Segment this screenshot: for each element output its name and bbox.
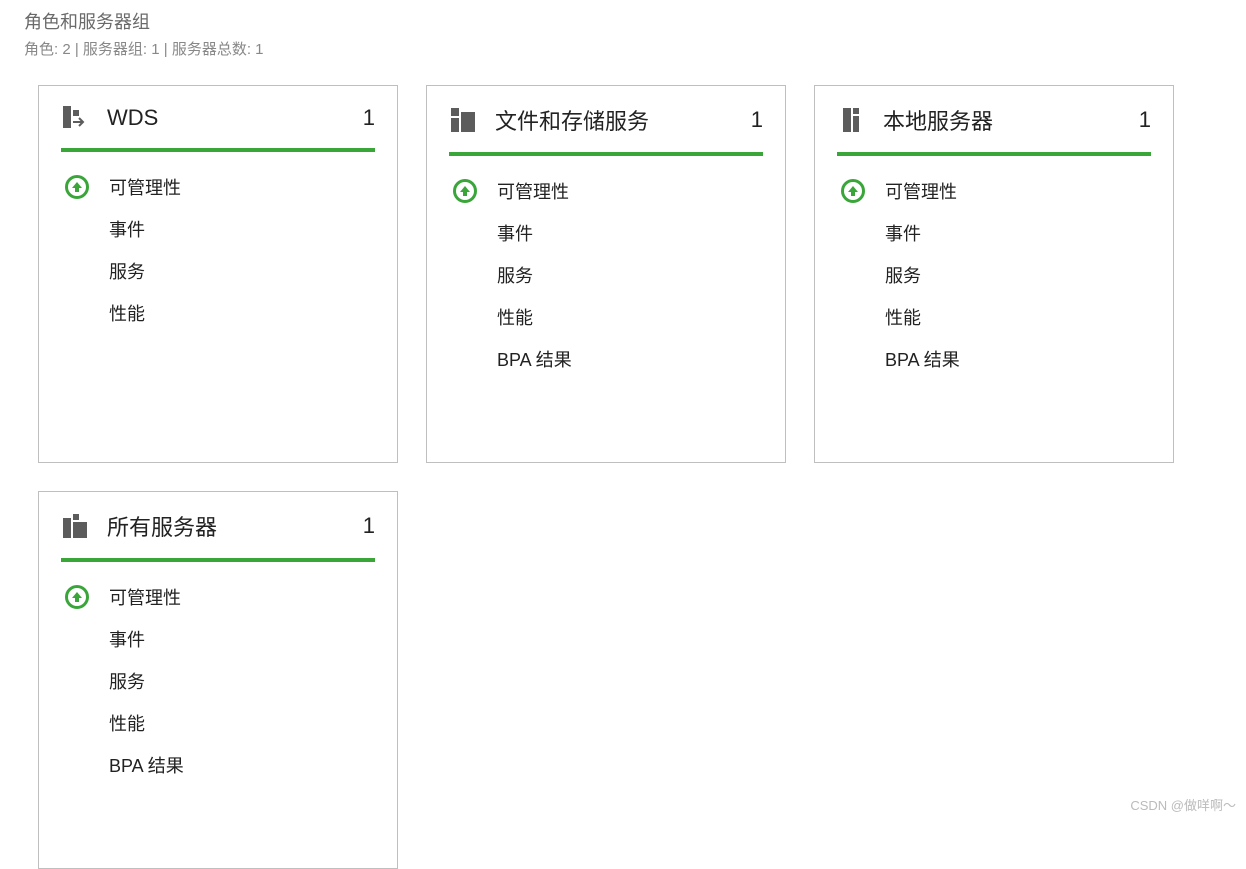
tile-divider [837,152,1151,156]
row-label: 事件 [109,626,145,652]
row-label: 服务 [109,668,145,694]
row-label: 性能 [109,300,145,326]
row-label: BPA 结果 [109,752,184,778]
watermark: CSDN @做咩啊～ [1130,795,1236,814]
row-services[interactable]: 服务 [449,254,763,296]
row-manageability[interactable]: 可管理性 [61,166,375,208]
row-label: 可管理性 [109,584,181,610]
row-performance[interactable]: 性能 [61,702,375,744]
row-events[interactable]: 事件 [61,618,375,660]
row-bpa[interactable]: BPA 结果 [837,338,1151,380]
row-performance[interactable]: 性能 [61,292,375,334]
row-label: 性能 [885,304,921,330]
tile-divider [449,152,763,156]
tile-count: 1 [363,105,375,131]
row-performance[interactable]: 性能 [449,296,763,338]
row-label: 服务 [885,262,921,288]
row-services[interactable]: 服务 [61,660,375,702]
tile-divider [61,558,375,562]
tile-head: 所有服务器 1 [61,510,375,558]
row-events[interactable]: 事件 [61,208,375,250]
row-performance[interactable]: 性能 [837,296,1151,338]
tile-divider [61,148,375,152]
status-up-icon [841,179,865,203]
row-manageability[interactable]: 可管理性 [449,170,763,212]
tile-title: 文件和存储服务 [495,104,733,136]
all-servers-icon [61,512,89,540]
row-label: 服务 [109,258,145,284]
tile-local-server[interactable]: 本地服务器 1 可管理性 事件 服务 性能 BPA 结果 [814,85,1174,463]
tile-head: 文件和存储服务 1 [449,104,763,152]
tile-head: WDS 1 [61,104,375,148]
row-label: 性能 [497,304,533,330]
tile-head: 本地服务器 1 [837,104,1151,152]
row-label: 性能 [109,710,145,736]
status-up-icon [453,179,477,203]
row-label: 事件 [885,220,921,246]
row-label: 服务 [497,262,533,288]
tile-wds[interactable]: WDS 1 可管理性 事件 服务 性能 [38,85,398,463]
row-manageability[interactable]: 可管理性 [61,576,375,618]
row-events[interactable]: 事件 [837,212,1151,254]
status-up-icon [65,175,89,199]
row-label: 可管理性 [885,178,957,204]
row-manageability[interactable]: 可管理性 [837,170,1151,212]
row-events[interactable]: 事件 [449,212,763,254]
section-title: 角色和服务器组 [24,8,1222,34]
row-bpa[interactable]: BPA 结果 [61,744,375,786]
file-storage-icon [449,106,477,134]
tile-count: 1 [1139,107,1151,133]
row-label: 可管理性 [109,174,181,200]
wds-icon [61,104,89,132]
tile-count: 1 [363,513,375,539]
row-label: 可管理性 [497,178,569,204]
status-up-icon [65,585,89,609]
tile-count: 1 [751,107,763,133]
tile-title: WDS [107,105,345,131]
local-server-icon [837,106,865,134]
tile-title: 本地服务器 [883,104,1121,136]
tiles-container: WDS 1 可管理性 事件 服务 性能 文件和存储服务 1 可管理性 [24,85,1222,869]
tile-file-storage[interactable]: 文件和存储服务 1 可管理性 事件 服务 性能 BPA 结果 [426,85,786,463]
row-label: 事件 [497,220,533,246]
row-label: 事件 [109,216,145,242]
row-label: BPA 结果 [497,346,572,372]
tile-title: 所有服务器 [107,510,345,542]
row-services[interactable]: 服务 [837,254,1151,296]
row-label: BPA 结果 [885,346,960,372]
section-summary: 角色: 2 | 服务器组: 1 | 服务器总数: 1 [24,38,1222,59]
row-bpa[interactable]: BPA 结果 [449,338,763,380]
tile-all-servers[interactable]: 所有服务器 1 可管理性 事件 服务 性能 BPA 结果 [38,491,398,869]
row-services[interactable]: 服务 [61,250,375,292]
